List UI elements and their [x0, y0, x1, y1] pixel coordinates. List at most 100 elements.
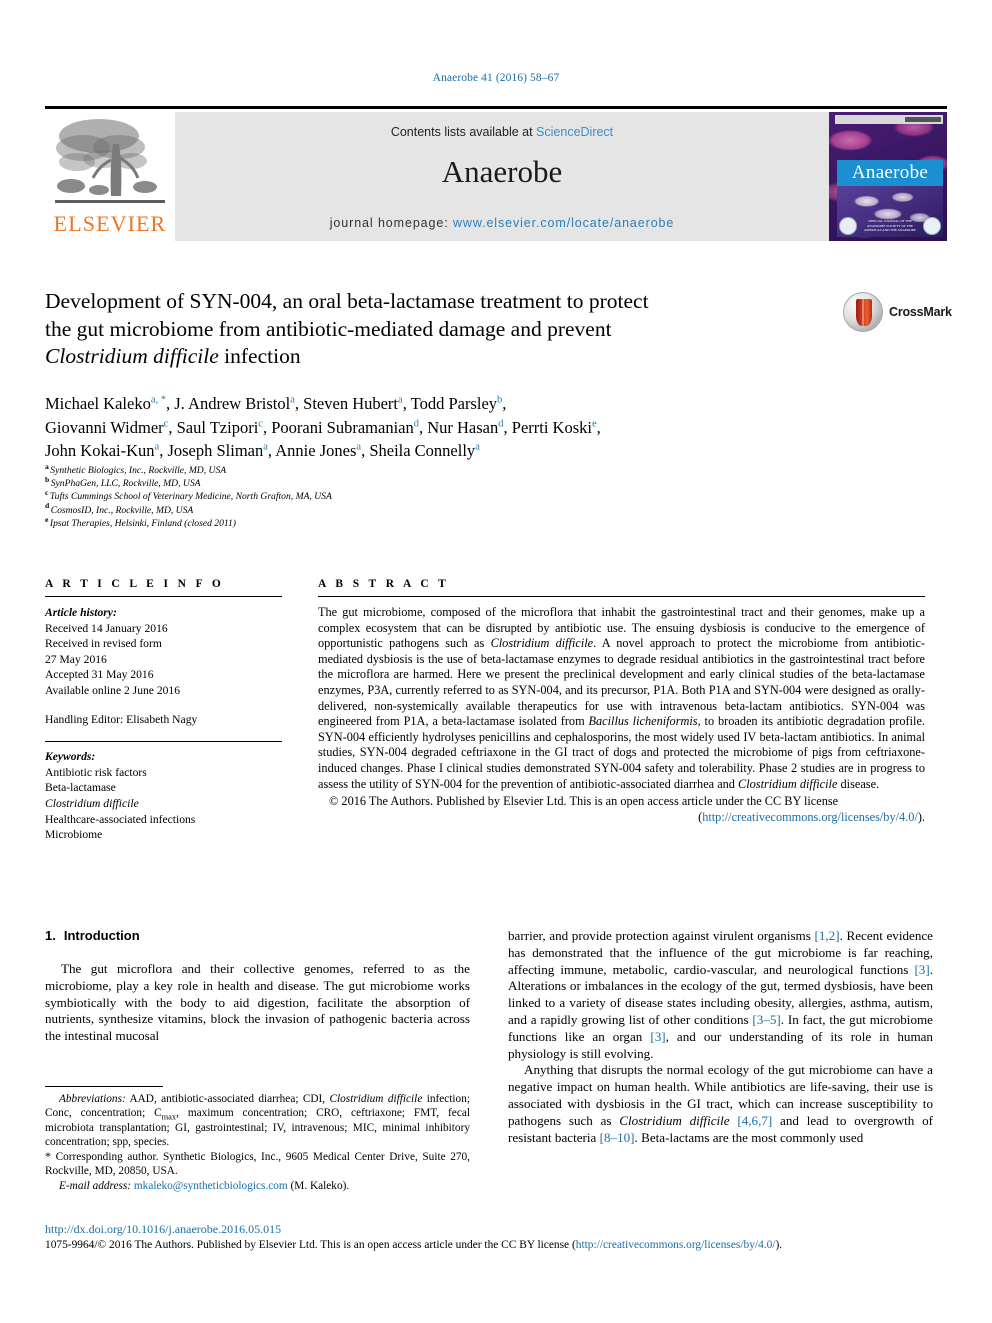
section-number: 1.	[45, 928, 56, 943]
body-column-left: 1. Introduction The gut microflora and th…	[45, 928, 470, 1045]
body-column-right: barrier, and provide protection against …	[508, 928, 933, 1146]
affiliation-text: SynPhaGen, LLC, Rockville, MD, USA	[50, 478, 201, 490]
homepage-url-link[interactable]: www.elsevier.com/locate/anaerobe	[453, 216, 674, 230]
author-item: Annie Jonesa,	[275, 441, 369, 460]
sciencedirect-link[interactable]: ScienceDirect	[536, 125, 613, 139]
abstract-species-3: Clostridium difficile	[738, 776, 838, 791]
author-name: Sheila Connelly	[369, 441, 476, 460]
license-line: (http://creativecommons.org/licenses/by/…	[318, 810, 925, 826]
affiliation-text: CosmosID, Inc., Rockville, MD, USA	[50, 504, 194, 516]
author-affiliation-marker[interactable]: a, *	[151, 395, 166, 406]
doi-link[interactable]: http://dx.doi.org/10.1016/j.anaerobe.201…	[45, 1222, 925, 1237]
journal-masthead: ELSEVIER Contents lists available at Sci…	[45, 106, 947, 241]
affiliation-marker: c	[45, 488, 49, 498]
citation-ref[interactable]: [3–5]	[752, 1012, 780, 1027]
cover-caption: OFFICIAL JOURNAL OF THE ANAEROBE SOCIETY…	[863, 219, 917, 231]
author-item: Michael Kalekoa, *,	[45, 394, 174, 413]
history-item: Available online 2 June 2016	[45, 683, 181, 697]
homepage-prefix: journal homepage:	[329, 216, 453, 230]
author-item: Sheila Connellya	[369, 441, 480, 460]
journal-article-page: Anaerobe 41 (2016) 58–67 ELSEVIER Conten…	[0, 0, 992, 1323]
elsevier-wordmark: ELSEVIER	[53, 211, 167, 236]
keyword-item: Healthcare-associated infections	[45, 812, 196, 826]
email-footnote: E-mail address: mkaleko@syntheticbiologi…	[45, 1179, 470, 1193]
running-head: Anaerobe 41 (2016) 58–67	[432, 72, 560, 84]
keyword-item: Beta-lactamase	[45, 781, 116, 795]
article-info-heading: A R T I C L E I N F O	[45, 578, 225, 590]
page-title: Development of SYN-004, an oral beta-lac…	[45, 288, 835, 371]
abstract-species-1: Clostridium difficile	[490, 636, 594, 651]
copyright-text: © 2016 The Authors. Published by Elsevie…	[329, 794, 839, 809]
title-line-2: the gut microbiome from antibiotic-media…	[45, 316, 612, 341]
author-item: Steven Huberta,	[303, 394, 410, 413]
author-item: Giovanni Widmerc,	[45, 418, 177, 437]
title-line-1: Development of SYN-004, an oral beta-lac…	[45, 289, 649, 313]
abstract-section: A B S T R A C T The gut microbiome, comp…	[318, 578, 925, 825]
page-footer: http://dx.doi.org/10.1016/j.anaerobe.201…	[45, 1222, 925, 1253]
title-line-3-rest: infection	[218, 344, 301, 368]
species-name: Clostridium difficile	[619, 1112, 730, 1128]
paragraph: The gut microflora and their collective …	[45, 961, 470, 1044]
contents-list-line: Contents lists available at ScienceDirec…	[175, 125, 829, 139]
author-name: Poorani Subramanian	[271, 417, 414, 437]
affiliation-marker: e	[45, 514, 49, 524]
author-name: Perrti Koski	[511, 417, 592, 437]
abbreviations-footnote: Abbreviations: AAD, antibiotic-associate…	[45, 1092, 470, 1149]
article-info-divider	[45, 596, 282, 597]
history-item: Received in revised form	[45, 637, 162, 651]
affiliation-text: Synthetic Biologics, Inc., Rockville, MD…	[50, 465, 227, 476]
crossmark-badge[interactable]: CrossMark	[843, 292, 952, 334]
author-name: Todd Parsley	[410, 394, 498, 413]
citation-ref[interactable]: [3]	[650, 1029, 665, 1044]
cover-society-badges: OFFICIAL JOURNAL OF THE ANAEROBE SOCIETY…	[839, 217, 941, 235]
crossmark-label: CrossMark	[889, 305, 952, 319]
article-history: Article history: Received 14 January 201…	[45, 605, 282, 727]
affiliation-item: e Ipsat Therapies, Helsinki, Finland (clo…	[45, 514, 645, 530]
citation-ref[interactable]: [8–10]	[600, 1130, 635, 1145]
affiliation-marker: d	[45, 501, 50, 511]
article-info-section: A R T I C L E I N F O Article history: R…	[45, 578, 282, 843]
license-url-link[interactable]: http://creativecommons.org/licenses/by/4…	[702, 810, 918, 824]
species-name: Clostridium difficile	[329, 1093, 423, 1105]
author-item: Saul Tziporic,	[177, 418, 272, 437]
author-separator: ,	[168, 417, 177, 437]
author-affiliation-marker[interactable]: a	[475, 442, 480, 453]
author-separator: ,	[503, 417, 512, 437]
keywords-label: Keywords:	[45, 750, 96, 764]
text-run: (M. Kaleko).	[287, 1179, 350, 1192]
title-line-3-species: Clostridium difficile	[45, 344, 219, 368]
author-item: J. Andrew Bristola,	[174, 394, 303, 413]
text-run: . Beta-lactams are the most commonly use…	[634, 1129, 864, 1145]
history-item: Received 14 January 2016	[45, 621, 168, 635]
abstract-copyright: © 2016 The Authors. Published by Elsevie…	[318, 794, 925, 825]
abstract-part: disease.	[837, 776, 880, 791]
author-name: Nur Hasan	[427, 417, 499, 437]
author-item: Todd Parsleyb,	[411, 394, 507, 413]
citation-ref[interactable]: [4,6,7]	[737, 1113, 772, 1128]
citation-ref[interactable]: [3]	[914, 962, 929, 977]
subscript-max: max	[161, 1112, 177, 1122]
affiliation-item: a Synthetic Biologics, Inc., Rockville, M…	[45, 461, 645, 477]
handling-editor: Handling Editor: Elisabeth Nagy	[45, 712, 198, 726]
cover-top-bar	[835, 115, 943, 124]
affiliation-marker: a	[45, 461, 49, 471]
society-badge-right-icon	[923, 217, 941, 235]
author-list: Michael Kalekoa, *, J. Andrew Bristol a, …	[45, 392, 925, 463]
author-item: John Kokai-Kuna,	[45, 441, 167, 460]
text-run: barrier, and provide protection against …	[508, 928, 815, 943]
journal-homepage-line: journal homepage: www.elsevier.com/locat…	[175, 216, 829, 230]
affiliation-text: Tufts Cummings School of Veterinary Medi…	[49, 491, 332, 503]
author-separator: ,	[502, 394, 507, 413]
title-block: Development of SYN-004, an oral beta-lac…	[45, 288, 835, 371]
footnote-divider	[45, 1086, 163, 1087]
cover-journal-title: Anaerobe	[837, 160, 943, 186]
author-name: Giovanni Widmer	[45, 417, 164, 437]
citation-ref[interactable]: [1,2]	[814, 928, 839, 943]
email-link[interactable]: mkaleko@syntheticbiologics.com	[134, 1180, 288, 1192]
text-run: 1075-9964/© 2016 The Authors. Published …	[45, 1239, 576, 1251]
license-url-link[interactable]: http://creativecommons.org/licenses/by/4…	[576, 1239, 776, 1251]
keywords-divider	[45, 741, 282, 743]
section-heading-introduction: 1. Introduction	[45, 928, 470, 943]
crossmark-book-icon	[856, 299, 872, 326]
